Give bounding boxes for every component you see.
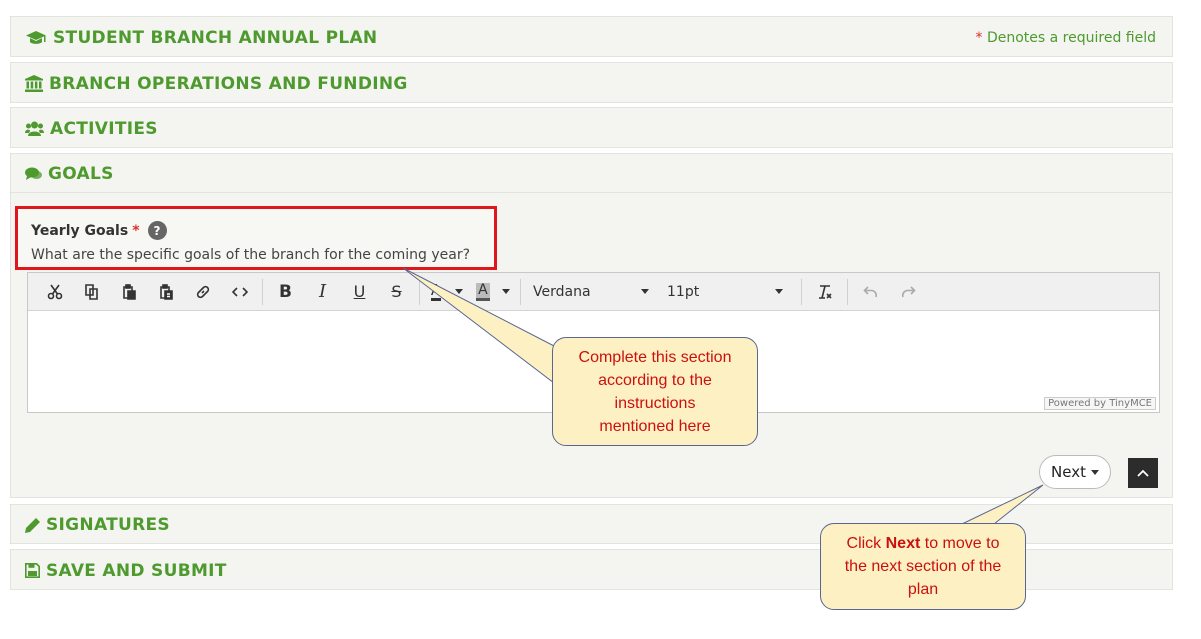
font-size-select[interactable]: 11pt (659, 277, 789, 307)
yearly-goals-field-highlight: Yearly Goals * ? What are the specific g… (15, 206, 497, 270)
users-icon (25, 121, 44, 136)
font-family-select[interactable]: Verdana (525, 277, 655, 307)
comments-icon (25, 167, 42, 180)
next-button[interactable]: Next (1039, 455, 1111, 489)
powered-by-tinymce[interactable]: Powered by TinyMCE (1044, 397, 1156, 410)
section-activities[interactable]: ACTIVITIES (10, 107, 1173, 148)
bg-color-label: A (476, 282, 490, 301)
chevron-down-icon (775, 289, 783, 294)
text-color-label: A (430, 281, 442, 301)
callout-line: Complete this section (578, 348, 732, 366)
chevron-up-icon (1137, 469, 1149, 477)
redo-icon[interactable] (889, 277, 926, 307)
copy-icon[interactable] (73, 277, 110, 307)
editor-toolbar: B I U S A A Verdana 11pt (28, 273, 1159, 311)
yearly-goals-description: What are the specific goals of the branc… (31, 247, 471, 263)
callout-text: Click (846, 535, 886, 552)
section-title: GOALS (48, 163, 114, 184)
back-to-top-button[interactable] (1128, 458, 1158, 488)
background-color-button[interactable]: A (470, 277, 516, 307)
clear-format-icon[interactable] (806, 277, 843, 307)
bank-icon (25, 75, 43, 92)
required-field-note: * Denotes a required field (976, 30, 1156, 46)
field-label-text: Yearly Goals (31, 222, 129, 239)
font-family-value: Verdana (533, 283, 591, 300)
toolbar-divider (847, 278, 848, 305)
italic-button[interactable]: I (304, 277, 341, 307)
bold-button[interactable]: B (267, 277, 304, 307)
toolbar-divider (262, 278, 263, 305)
instructions-callout: Complete this section according to the i… (552, 337, 758, 446)
chevron-down-icon (455, 289, 464, 294)
callout-line: instructions (614, 394, 696, 412)
text-color-button[interactable]: A (424, 277, 470, 307)
strikethrough-button[interactable]: S (378, 277, 415, 307)
font-size-value: 11pt (667, 283, 700, 300)
chevron-down-icon (501, 289, 510, 294)
section-title: ACTIVITIES (50, 118, 158, 139)
pencil-icon (25, 517, 40, 533)
paste-text-icon[interactable] (147, 277, 184, 307)
link-icon[interactable] (184, 277, 221, 307)
undo-icon[interactable] (852, 277, 889, 307)
help-icon[interactable]: ? (147, 221, 167, 240)
toolbar-divider (419, 278, 420, 305)
code-icon[interactable] (221, 277, 258, 307)
section-title: STUDENT BRANCH ANNUAL PLAN (53, 27, 378, 48)
section-operations[interactable]: BRANCH OPERATIONS AND FUNDING (10, 62, 1173, 103)
caret-down-icon (1090, 469, 1099, 475)
graduation-cap-icon (26, 30, 46, 44)
next-callout: Click Next to move to the next section o… (820, 523, 1026, 610)
section-title: SAVE AND SUBMIT (46, 560, 227, 581)
callout-line: Click Next to move to (847, 532, 1000, 555)
goals-header[interactable]: GOALS (11, 154, 1172, 193)
section-goals: GOALS Yearly Goals * ? What are the spec… (10, 153, 1173, 498)
cut-icon[interactable] (36, 277, 73, 307)
section-annual-plan[interactable]: STUDENT BRANCH ANNUAL PLAN * Denotes a r… (10, 16, 1173, 57)
callout-bold-text: Next (885, 535, 921, 552)
toolbar-divider (520, 278, 521, 305)
callout-line: the next section of the (844, 558, 1002, 575)
callout-line: mentioned here (599, 417, 711, 435)
callout-text: to move to (920, 535, 1000, 552)
chevron-down-icon (641, 289, 649, 294)
callout-line: according to the (598, 371, 712, 389)
yearly-goals-label: Yearly Goals * ? (31, 221, 167, 240)
section-title: BRANCH OPERATIONS AND FUNDING (49, 73, 408, 94)
save-icon (25, 563, 40, 578)
required-note-text: Denotes a required field (986, 30, 1156, 46)
required-star: * (975, 30, 983, 46)
underline-button[interactable]: U (341, 277, 378, 307)
paste-icon[interactable] (110, 277, 147, 307)
callout-line: plan (907, 581, 939, 598)
next-button-label: Next (1051, 463, 1086, 481)
section-title: SIGNATURES (46, 515, 170, 535)
required-star: * (132, 222, 140, 239)
toolbar-divider (801, 278, 802, 305)
